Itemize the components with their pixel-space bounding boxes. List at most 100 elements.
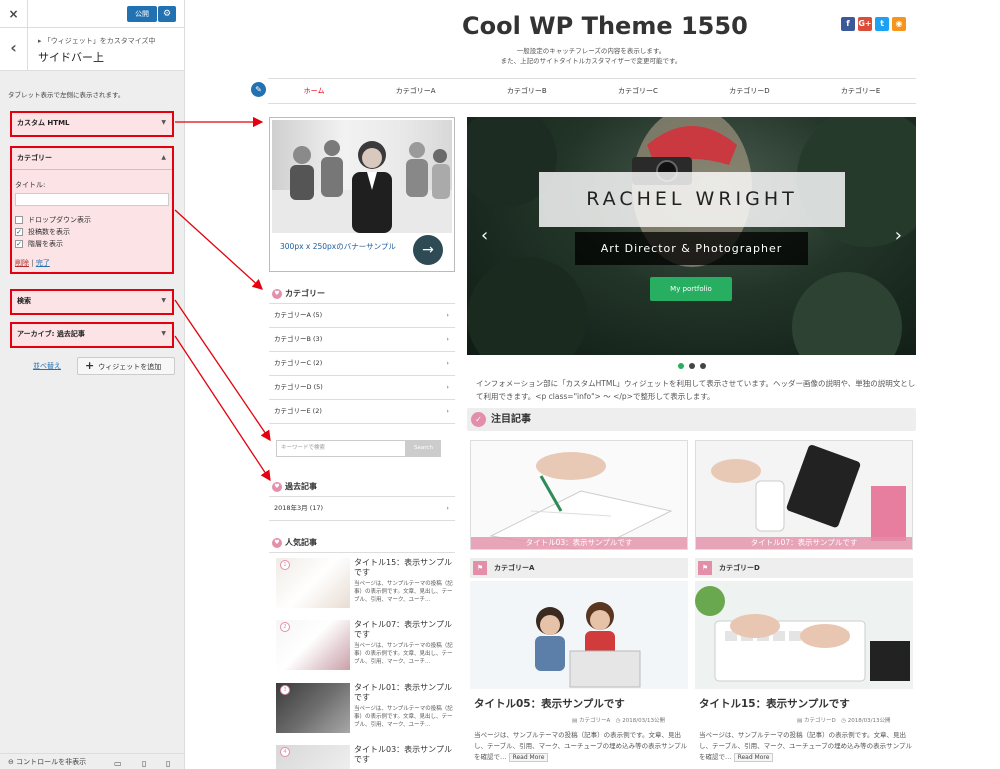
checkbox-unchecked-icon[interactable] (15, 216, 23, 224)
arrow-right-icon[interactable]: → (413, 235, 443, 265)
banner-widget[interactable]: 300px x 250pxのバナーサンプル → (269, 117, 455, 272)
checkbox-dropdown[interactable]: ドロップダウン表示 (15, 214, 169, 226)
popular-post[interactable]: 4 タイトル03：表示サンプルです (276, 745, 456, 769)
hide-controls-label[interactable]: コントロールを非表示 (16, 758, 86, 766)
read-more-button[interactable]: Read More (733, 753, 774, 762)
banner-image (272, 120, 452, 233)
close-icon[interactable]: × (0, 0, 28, 28)
mobile-icon[interactable]: ▯ (166, 756, 170, 769)
post-title[interactable]: タイトル07：表示サンプルです (354, 620, 454, 640)
nav-item-category-e[interactable]: カテゴリーE (841, 86, 880, 96)
chevron-right-icon: › (446, 504, 449, 512)
list-item[interactable]: 2018年3月 (17) › (269, 497, 455, 521)
plus-icon: + (85, 359, 95, 372)
list-item[interactable]: カテゴリーA (5) › (269, 304, 455, 328)
widget-header[interactable]: カスタム HTML ▼ (12, 113, 172, 135)
section-description: タブレット表示で左側に表示されます。 (8, 91, 125, 99)
search-input[interactable]: キーワードで検索 (276, 440, 406, 457)
nav-item-category-b[interactable]: カテゴリーB (507, 86, 547, 96)
chevron-left-icon[interactable]: ‹ (481, 225, 488, 246)
widget-title: 検索 (17, 297, 31, 305)
chevron-down-icon[interactable]: ▼ (161, 324, 166, 344)
popular-post[interactable]: 1 タイトル15：表示サンプルです 当ページは、サンプルテーマの投稿（記事）の表… (276, 558, 456, 616)
checkbox-checked-icon[interactable]: ✓ (15, 240, 23, 248)
chevron-right-icon[interactable]: › (895, 225, 902, 246)
search-button[interactable]: Search (406, 440, 441, 457)
facebook-icon[interactable]: f (841, 17, 855, 31)
widget-custom-html[interactable]: カスタム HTML ▼ (10, 111, 174, 137)
tablet-icon[interactable]: ▯ (142, 756, 146, 769)
post-category[interactable]: カテゴリーD (804, 718, 836, 724)
slider-dot[interactable] (678, 363, 684, 369)
widget-header[interactable]: カテゴリー ▲ (12, 148, 172, 170)
rss-icon[interactable]: ◉ (892, 17, 906, 31)
list-item[interactable]: カテゴリーB (3) › (269, 328, 455, 352)
featured-card[interactable]: タイトル07：表示サンプルです (695, 440, 913, 550)
list-item[interactable]: カテゴリーC (2) › (269, 352, 455, 376)
widget-header[interactable]: 検索 ▼ (12, 291, 172, 313)
desktop-icon[interactable]: ▭ (114, 756, 122, 769)
featured-card[interactable]: タイトル03：表示サンプルです (470, 440, 688, 550)
category-bar-label: カテゴリーA (494, 564, 535, 572)
post-excerpt: 当ページは、サンプルテーマの投稿（記事）の表示例です。文章、見出し、テーブル、引… (354, 581, 453, 603)
nav-item-category-c[interactable]: カテゴリーC (618, 86, 658, 96)
post-title[interactable]: タイトル01：表示サンプルです (354, 683, 454, 703)
done-link[interactable]: 完了 (36, 259, 50, 267)
site-title[interactable]: Cool WP Theme 1550 (462, 12, 748, 40)
post-title[interactable]: タイトル03：表示サンプルです (354, 745, 454, 765)
widget-header[interactable]: アーカイブ: 過去記事 ▼ (12, 324, 172, 346)
checkbox-hierarchy[interactable]: ✓ 階層を表示 (15, 238, 169, 250)
checkbox-label: 投稿数を表示 (28, 228, 70, 236)
back-icon[interactable]: ‹ (0, 28, 28, 71)
widget-title-text: 過去記事 (285, 482, 317, 491)
chevron-up-icon[interactable]: ▲ (161, 148, 166, 168)
nav-item-category-d[interactable]: カテゴリーD (729, 86, 769, 96)
checkbox-checked-icon[interactable]: ✓ (15, 228, 23, 236)
excerpt-text: 当ページは、サンプルテーマの投稿（記事）の表示例です。文章、見出し、テーブル、引… (474, 731, 687, 761)
rank-badge: 3 (280, 685, 290, 695)
post-photo[interactable] (695, 581, 913, 689)
list-item[interactable]: カテゴリーE (2) › (269, 400, 455, 424)
popular-post[interactable]: 2 タイトル07：表示サンプルです 当ページは、サンプルテーマの投稿（記事）の表… (276, 620, 456, 678)
popular-post[interactable]: 3 タイトル01：表示サンプルです 当ページは、サンプルテーマの投稿（記事）の表… (276, 683, 456, 741)
widget-category[interactable]: カテゴリー ▲ タイトル: ドロップダウン表示 ✓ 投稿数を表示 ✓ 階層を表示 削除… (10, 146, 174, 274)
hide-controls-icon[interactable]: ⊖ (8, 758, 14, 766)
title-input[interactable] (15, 193, 169, 206)
widget-archive[interactable]: アーカイブ: 過去記事 ▼ (10, 322, 174, 348)
category-bar: ⚑ カテゴリーD (695, 558, 913, 578)
gear-icon[interactable]: ⚙ (158, 6, 176, 22)
slider-dot[interactable] (689, 363, 695, 369)
list-item[interactable]: カテゴリーD (5) › (269, 376, 455, 400)
check-icon: ✓ (471, 412, 486, 427)
post-category[interactable]: カテゴリーA (579, 718, 610, 724)
customizer-footer: ⊖ コントロールを非表示 ▭ ▯ ▯ (0, 753, 184, 769)
post-title[interactable]: タイトル15：表示サンプルです (354, 558, 454, 578)
nav-item-home[interactable]: ホーム (304, 86, 325, 96)
slider-dot[interactable] (700, 363, 706, 369)
post-title[interactable]: タイトル15：表示サンプルです (699, 696, 850, 711)
chevron-down-icon[interactable]: ▼ (161, 291, 166, 311)
delete-link[interactable]: 削除 (15, 259, 29, 267)
site-preview: Cool WP Theme 1550 一般設定のキャッチフレーズの内容を表示しま… (186, 0, 1000, 769)
post-title[interactable]: タイトル05：表示サンプルです (474, 696, 625, 711)
post-photo[interactable] (470, 581, 688, 689)
folder-icon: ▤ (572, 718, 579, 724)
widget-actions: 削除 | 完了 (15, 258, 169, 268)
chevron-down-icon[interactable]: ▼ (161, 113, 166, 133)
hero-slider[interactable]: RACHEL WRIGHT Art Director & Photographe… (467, 117, 916, 355)
edit-shortcut-icon[interactable]: ✎ (251, 82, 266, 97)
publish-button[interactable]: 公開 (127, 6, 157, 22)
checkbox-show-count[interactable]: ✓ 投稿数を表示 (15, 226, 169, 238)
portfolio-button[interactable]: My portfolio (650, 277, 732, 301)
flag-icon: ⚑ (698, 561, 712, 575)
featured-title: 注目記事 (491, 414, 531, 425)
widget-search[interactable]: 検索 ▼ (10, 289, 174, 315)
google-plus-icon[interactable]: G+ (858, 17, 872, 31)
reorder-link[interactable]: 並べ替え (33, 361, 61, 371)
read-more-button[interactable]: Read More (508, 753, 549, 762)
twitter-icon[interactable]: t (875, 17, 889, 31)
breadcrumb: ▸ 「ウィジェット」をカスタマイズ中 (38, 37, 156, 45)
add-widget-button[interactable]: + ウィジェットを追加 (77, 357, 175, 375)
widget-title-text: 人気記事 (285, 538, 317, 547)
nav-item-category-a[interactable]: カテゴリーA (396, 86, 436, 96)
